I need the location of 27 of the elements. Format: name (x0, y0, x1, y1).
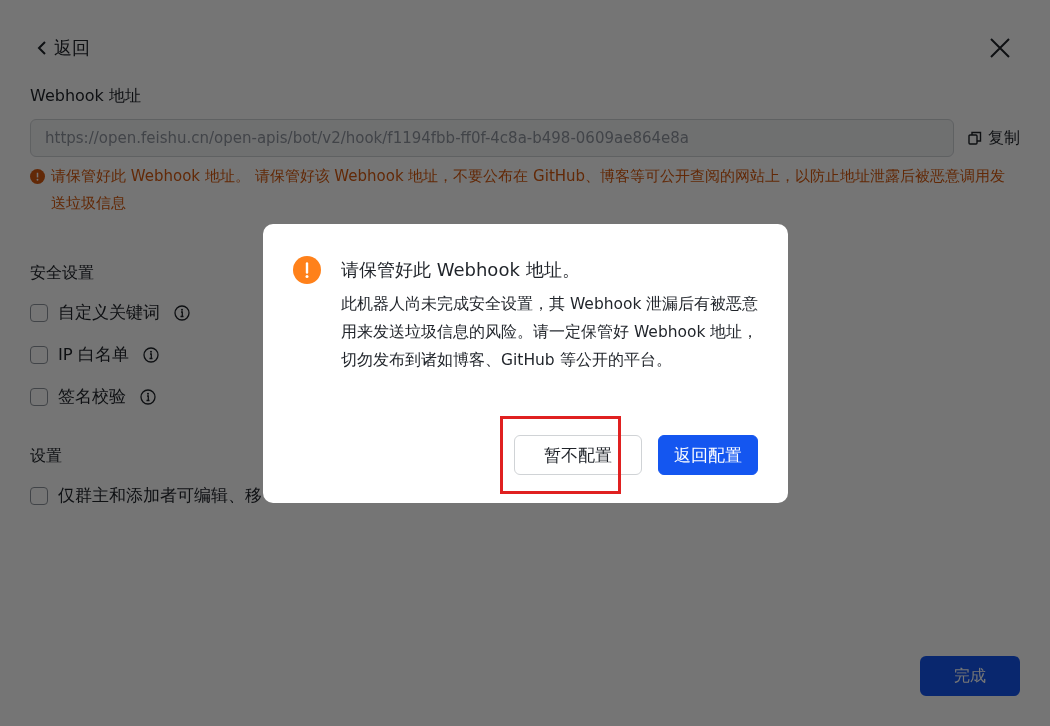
warning-icon (30, 169, 45, 184)
field-label: Webhook 地址 (30, 86, 142, 107)
copy-icon[interactable] (968, 131, 982, 145)
close-icon[interactable] (988, 36, 1012, 60)
return-config-button[interactable]: 返回配置 (658, 435, 758, 475)
section-title: 设置 (30, 446, 62, 467)
warning-text: 请保管好此 Webhook 地址。 请保管好该 Webhook 地址，不要公布在 GitHub、博客等可公开查阅的网站上，以防止地址泄露后被恶意调用发送垃圾信息 (51, 166, 1007, 214)
copy-button[interactable]: 复制 (968, 127, 1020, 149)
back-button[interactable]: 返回 (30, 36, 90, 60)
checkbox-label: 自定义关键词 (58, 302, 160, 324)
chevron-left-icon[interactable] (36, 40, 48, 56)
checkbox[interactable] (30, 304, 48, 322)
checkbox[interactable] (30, 346, 48, 364)
dialog-message: 此机器人尚未完成安全设置，其 Webhook 泄漏后有被恶意用来发送垃圾信息的风险。请一定保管好 Webhook 地址，切勿发布到诸如博客、GitHub 等公开的平台。 (341, 294, 760, 371)
checkbox-label: 签名校验 (58, 386, 126, 408)
warning-icon (293, 256, 321, 284)
done-button[interactable]: 完成 (920, 656, 1020, 696)
checkbox[interactable] (30, 487, 48, 505)
skip-config-button[interactable]: 暂不配置 (514, 435, 642, 475)
info-icon[interactable] (143, 347, 160, 363)
dialog-title: 请保管好此 Webhook 地址。 (341, 258, 580, 282)
info-icon[interactable] (140, 389, 156, 405)
checkbox-label: 仅群主和添加者可编辑、移 (58, 485, 262, 507)
checkbox[interactable] (30, 388, 48, 406)
info-icon[interactable] (174, 305, 190, 321)
checkbox-label: IP 白名单 (58, 344, 130, 366)
section-title: 安全设置 (30, 263, 94, 284)
